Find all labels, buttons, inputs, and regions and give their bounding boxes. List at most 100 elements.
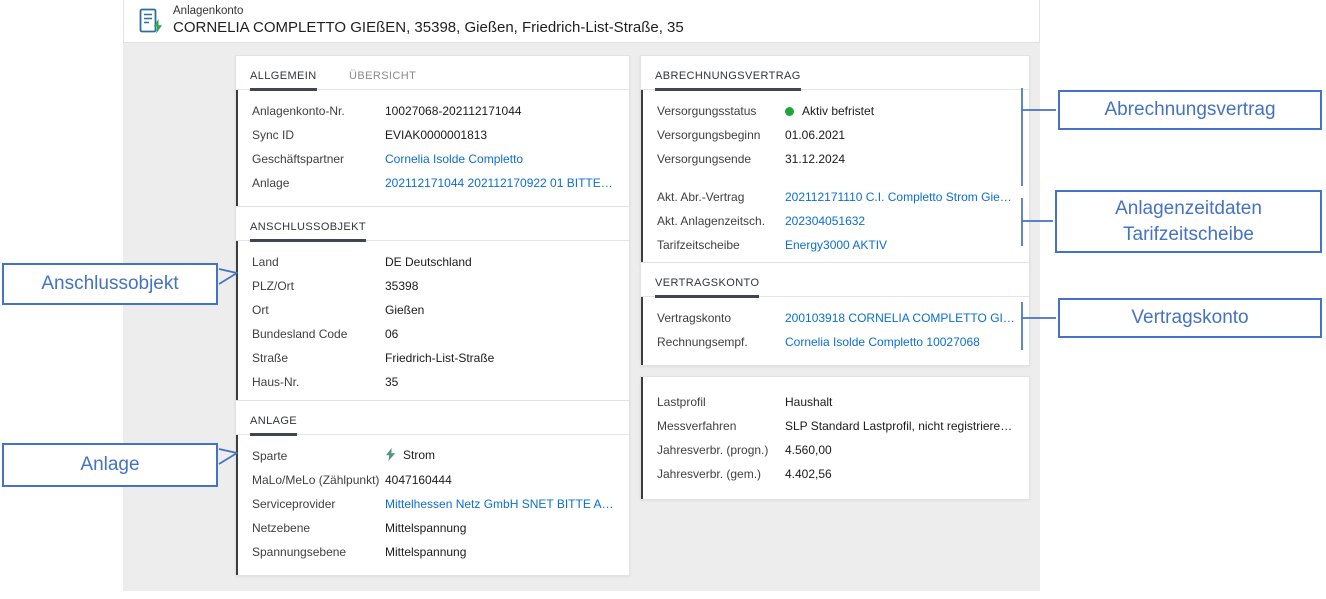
vertragskonto-link[interactable]: 200103918 CORNELIA COMPLETTO GIEßEN — [785, 306, 1015, 330]
field-label: Messverfahren — [657, 414, 785, 438]
field-value: SLP Standard Lastprofil, nicht registrie… — [785, 414, 1015, 438]
field-row: Akt. Anlagenzeitsch. 202304051632 — [657, 209, 1015, 233]
field-value: 06 — [385, 322, 615, 346]
field-label: Land — [252, 250, 385, 274]
field-row: Anlage 202112171044 202112170922 01 BITT… — [252, 171, 615, 195]
section-header: ANLAGE — [236, 401, 629, 435]
callout-label: Anschlussobjekt — [41, 271, 178, 297]
field-row: Lastprofil Haushalt — [657, 390, 1015, 414]
field-value: Aktiv befristet — [785, 99, 1015, 123]
field-row: Geschäftspartner Cornelia Isolde Complet… — [252, 147, 615, 171]
callout-label: Vertragskonto — [1131, 305, 1248, 331]
field-row: Jahresverbr. (gem.) 4.402,56 — [657, 462, 1015, 486]
field-row: Haus-Nr. 35 — [252, 370, 615, 394]
field-row: Netzebene Mittelspannung — [252, 516, 615, 540]
field-row: Vertragskonto 200103918 CORNELIA COMPLET… — [657, 306, 1015, 330]
field-value: Friedrich-List-Straße — [385, 346, 615, 370]
field-row: Land DE Deutschland — [252, 250, 615, 274]
page-title: CORNELIA COMPLETTO GIEßEN, 35398, Gießen… — [173, 19, 684, 38]
field-label: Ort — [252, 298, 385, 322]
field-label: Akt. Abr.-Vertrag — [657, 185, 785, 209]
serviceprovider-link[interactable]: Mittelhessen Netz GmbH SNET BITTE AENDER… — [385, 492, 615, 516]
field-row: Sync ID EVIAK0000001813 — [252, 123, 615, 147]
callout-label: Anlagenzeitdaten Tarifzeitscheibe — [1115, 196, 1262, 248]
abr-vertrag-link[interactable]: 202112171110 C.I. Completto Strom Gießen — [785, 185, 1015, 209]
field-value: 01.06.2021 — [785, 123, 1015, 147]
callout-anlagenzeitdaten-tarifzeitscheibe: Anlagenzeitdaten Tarifzeitscheibe — [1055, 190, 1322, 253]
field-label: Versorgungsstatus — [657, 99, 785, 123]
field-row: Bundesland Code 06 — [252, 322, 615, 346]
field-row: Jahresverbr. (progn.) 4.560,00 — [657, 438, 1015, 462]
field-label: Sparte — [252, 444, 385, 468]
geschaeftspartner-link[interactable]: Cornelia Isolde Completto — [385, 147, 615, 171]
callout-line-2: Tarifzeitscheibe — [1115, 222, 1262, 248]
field-row: Spannungsebene Mittelspannung — [252, 540, 615, 564]
field-value: Mittelspannung — [385, 540, 615, 564]
anlagenzeitsch-link[interactable]: 202304051632 — [785, 209, 1015, 233]
status-text: Aktiv befristet — [802, 104, 874, 118]
header-text: Anlagenkonto CORNELIA COMPLETTO GIEßEN, … — [173, 4, 684, 37]
row-spacer — [657, 171, 1015, 185]
field-row: Versorgungsbeginn 01.06.2021 — [657, 123, 1015, 147]
field-label: Lastprofil — [657, 390, 785, 414]
field-label: Serviceprovider — [252, 492, 385, 516]
field-label: MaLo/MeLo (Zählpunkt) — [252, 468, 385, 492]
field-label: Spannungsebene — [252, 540, 385, 564]
field-value: Strom — [385, 443, 615, 469]
field-label: Straße — [252, 346, 385, 370]
field-row: Straße Friedrich-List-Straße — [252, 346, 615, 370]
field-row: Sparte Strom — [252, 444, 615, 468]
field-group: Sparte Strom MaLo/MeLo (Zählpunkt) 40471… — [236, 435, 629, 575]
section-title: ANSCHLUSSOBJEKT — [250, 221, 366, 242]
tab-uebersicht[interactable]: ÜBERSICHT — [349, 70, 416, 91]
section-header: ANSCHLUSSOBJEKT — [236, 207, 629, 241]
section-title: ABRECHNUNGSVERTRAG — [655, 70, 801, 91]
field-label: Jahresverbr. (progn.) — [657, 438, 785, 462]
field-label: Tarifzeitscheibe — [657, 233, 785, 257]
field-row: MaLo/MeLo (Zählpunkt) 4047160444 — [252, 468, 615, 492]
callout-vertragskonto: Vertragskonto — [1058, 298, 1322, 338]
field-row: Anlagenkonto-Nr. 10027068-202112171044 — [252, 99, 615, 123]
section-header: ABRECHNUNGSVERTRAG — [641, 56, 1029, 90]
field-row: Tarifzeitscheibe Energy3000 AKTIV — [657, 233, 1015, 257]
field-value: 4.402,56 — [785, 462, 1015, 486]
field-group: Lastprofil Haushalt Messverfahren SLP St… — [641, 377, 1029, 499]
green-status-dot — [785, 107, 794, 116]
field-label: Jahresverbr. (gem.) — [657, 462, 785, 486]
anlagenkonto-icon — [138, 8, 163, 35]
card-abrechnungsvertrag: ABRECHNUNGSVERTRAG Versorgungsstatus Akt… — [640, 55, 1030, 269]
field-value: Mittelspannung — [385, 516, 615, 540]
field-group: Vertragskonto 200103918 CORNELIA COMPLET… — [641, 297, 1029, 365]
card-verbrauch: Lastprofil Haushalt Messverfahren SLP St… — [640, 376, 1030, 500]
field-label: Bundesland Code — [252, 322, 385, 346]
card-allgemein: ALLGEMEIN ÜBERSICHT Anlagenkonto-Nr. 100… — [235, 55, 630, 207]
field-value: 4047160444 — [385, 468, 615, 492]
callout-label: Abrechnungsvertrag — [1104, 97, 1275, 123]
tarifzeitscheibe-link[interactable]: Energy3000 AKTIV — [785, 233, 1015, 257]
field-row: Ort Gießen — [252, 298, 615, 322]
page-type-label: Anlagenkonto — [173, 4, 684, 18]
field-value: EVIAK0000001813 — [385, 123, 615, 147]
sparte-value-text: Strom — [403, 448, 435, 462]
field-row: Rechnungsempf. Cornelia Isolde Completto… — [657, 330, 1015, 354]
field-label: Akt. Anlagenzeitsch. — [657, 209, 785, 233]
field-label: Versorgungsende — [657, 147, 785, 171]
field-label: Sync ID — [252, 123, 385, 147]
anlage-link[interactable]: 202112171044 202112170922 01 BITTE AENDE… — [385, 171, 615, 195]
field-label: Anlagenkonto-Nr. — [252, 99, 385, 123]
field-label: Versorgungsbeginn — [657, 123, 785, 147]
section-header: VERTRAGSKONTO — [641, 263, 1029, 297]
rechnungsempf-link[interactable]: Cornelia Isolde Completto 10027068 — [785, 330, 1015, 354]
page-header: Anlagenkonto CORNELIA COMPLETTO GIEßEN, … — [123, 0, 1040, 43]
field-label: Geschäftspartner — [252, 147, 385, 171]
field-label: Rechnungsempf. — [657, 330, 785, 354]
field-label: Netzebene — [252, 516, 385, 540]
callout-abrechnungsvertrag: Abrechnungsvertrag — [1058, 90, 1322, 130]
field-value: 4.560,00 — [785, 438, 1015, 462]
callout-label: Anlage — [80, 452, 139, 478]
field-row: Akt. Abr.-Vertrag 202112171110 C.I. Comp… — [657, 185, 1015, 209]
card-anschlussobjekt: ANSCHLUSSOBJEKT Land DE Deutschland PLZ/… — [235, 206, 630, 406]
field-value: Gießen — [385, 298, 615, 322]
tab-allgemein[interactable]: ALLGEMEIN — [250, 70, 317, 91]
field-label: PLZ/Ort — [252, 274, 385, 298]
